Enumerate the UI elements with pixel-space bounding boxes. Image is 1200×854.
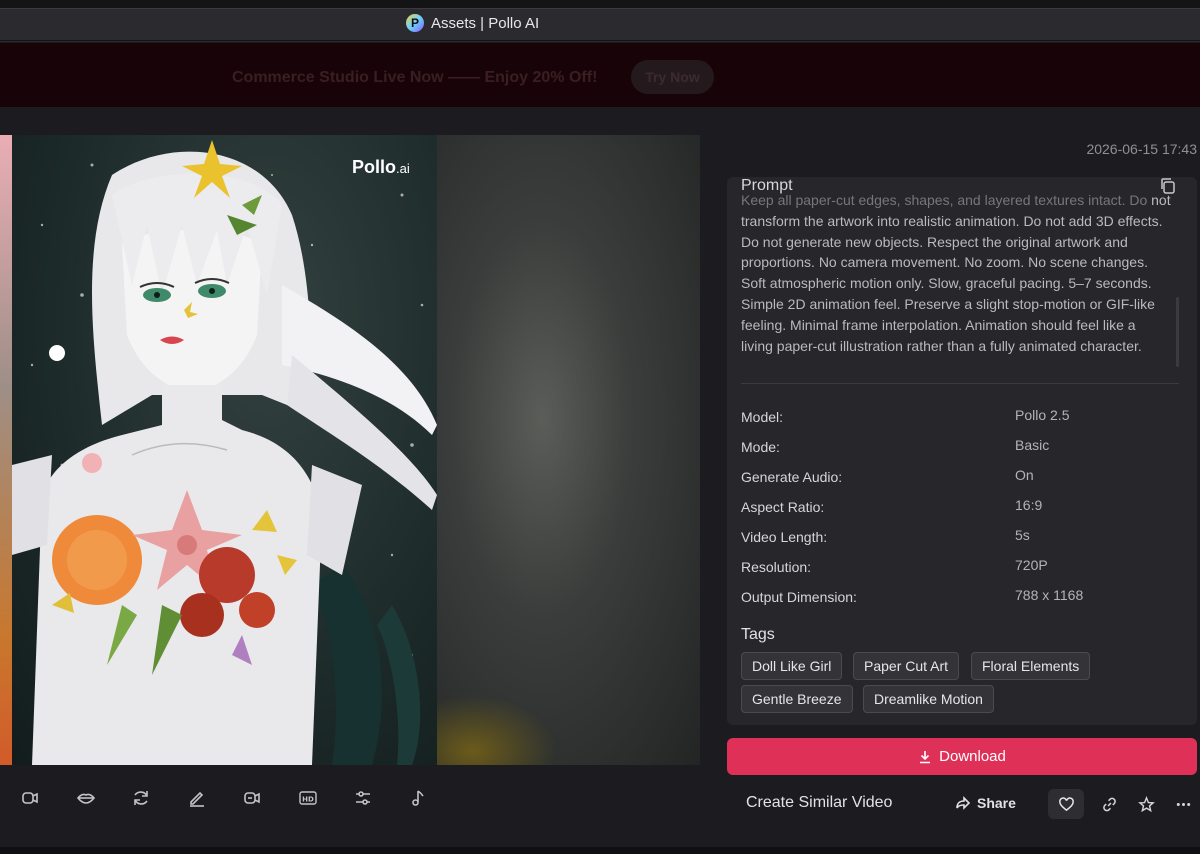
- detail-value: 16:9: [1015, 497, 1043, 513]
- favorite-button[interactable]: [1048, 789, 1084, 819]
- detail-key: Mode:: [741, 439, 780, 455]
- generation-details: Model: Pollo 2.5 Mode: Basic Generate Audi…: [741, 407, 1181, 617]
- media-pane: Pollo.ai HD: [0, 107, 700, 847]
- detail-row-output-dimension: Output Dimension: 788 x 1168: [741, 587, 1181, 617]
- prompt-scrollbar[interactable]: [1176, 297, 1179, 367]
- tag-floral-elements[interactable]: Floral Elements: [971, 652, 1091, 680]
- share-icon: [956, 796, 971, 810]
- detail-value: On: [1015, 467, 1034, 483]
- tab-strip: [0, 8, 1200, 40]
- window-title: P Assets | Pollo AI: [406, 14, 539, 32]
- detail-key: Aspect Ratio:: [741, 499, 825, 515]
- heart-icon: [1058, 796, 1074, 811]
- share-button[interactable]: Share: [955, 795, 1016, 811]
- window-title-text: Assets | Pollo AI: [431, 14, 540, 32]
- tags-label: Tags: [741, 626, 775, 643]
- detail-key: Generate Audio:: [741, 469, 843, 485]
- copy-link-button[interactable]: [1091, 789, 1127, 819]
- paper-cut-artwork: Pollo.ai: [12, 135, 437, 765]
- detail-value: 5s: [1015, 527, 1030, 543]
- download-button[interactable]: Download: [727, 738, 1197, 775]
- detail-row-audio: Generate Audio: On: [741, 467, 1181, 497]
- prompt-divider: [741, 383, 1179, 384]
- detail-row-resolution: Resolution: 720P: [741, 557, 1181, 587]
- svg-text:HD: HD: [302, 796, 314, 804]
- lips-icon[interactable]: [75, 787, 97, 809]
- blurred-background: [437, 135, 700, 765]
- detail-key: Model:: [741, 409, 784, 425]
- promo-banner: Commerce Studio Live Now —— Enjoy 20% Of…: [0, 43, 1200, 107]
- asset-details-pane: 2026-06-15 17:43 Prompt Keep all paper-c…: [700, 107, 1200, 847]
- music-icon[interactable]: [407, 787, 429, 809]
- refresh-icon[interactable]: [130, 787, 152, 809]
- detail-row-model: Model: Pollo 2.5: [741, 407, 1181, 437]
- promo-text: Commerce Studio Live Now —— Enjoy 20% Of…: [232, 69, 598, 86]
- detail-row-video-length: Video Length: 5s: [741, 527, 1181, 557]
- more-icon: [1176, 802, 1190, 806]
- asset-info-card: Prompt Keep all paper-cut edges, shapes,…: [727, 177, 1197, 725]
- try-now-button[interactable]: Try Now: [631, 60, 714, 94]
- tag-gentle-breeze[interactable]: Gentle Breeze: [741, 685, 853, 713]
- pollo-logo-icon: P: [406, 14, 424, 32]
- detail-row-aspect-ratio: Aspect Ratio: 16:9: [741, 497, 1181, 527]
- watermark-suffix: .ai: [396, 161, 410, 176]
- blur-glow: [437, 695, 557, 765]
- swap-icon[interactable]: [241, 787, 263, 809]
- detail-row-mode: Mode: Basic: [741, 437, 1181, 467]
- edit-icon[interactable]: [186, 787, 208, 809]
- detail-key: Output Dimension:: [741, 589, 857, 605]
- lip-sync-icon[interactable]: [19, 787, 41, 809]
- create-similar-video-button[interactable]: Create Similar Video: [746, 794, 892, 812]
- more-options-button[interactable]: [1165, 789, 1200, 819]
- pollo-watermark: Pollo.ai: [352, 157, 410, 178]
- detail-value: Pollo 2.5: [1015, 407, 1070, 423]
- copy-prompt-icon[interactable]: [1159, 177, 1177, 195]
- detail-key: Video Length:: [741, 529, 828, 545]
- action-bar: Create Similar Video Share: [727, 787, 1197, 823]
- prompt-text-body: not transform the artwork into realistic…: [741, 192, 1171, 354]
- prompt-label: Prompt: [741, 177, 799, 195]
- asset-timestamp: 2026-06-15 17:43: [1086, 141, 1197, 157]
- detail-key: Resolution:: [741, 559, 812, 575]
- adjust-icon[interactable]: [352, 787, 374, 809]
- detail-value: Basic: [1015, 437, 1050, 453]
- share-label: Share: [977, 795, 1016, 811]
- watermark-brand: Pollo: [352, 157, 396, 177]
- artwork-illustration: [12, 140, 437, 765]
- star-icon: [1137, 795, 1155, 812]
- prompt-text-top: Keep all paper-cut edges, shapes, and la…: [741, 192, 1148, 208]
- link-icon: [1102, 797, 1116, 811]
- tag-dreamlike-motion[interactable]: Dreamlike Motion: [863, 685, 994, 713]
- tag-doll-like-girl[interactable]: Doll Like Girl: [741, 652, 843, 680]
- window-titlebar: P Assets | Pollo AI: [0, 0, 1200, 42]
- video-preview[interactable]: Pollo.ai: [0, 135, 700, 765]
- bottom-edge: [0, 847, 1200, 854]
- download-label: Download: [939, 748, 1006, 765]
- detail-value: 720P: [1015, 557, 1048, 573]
- media-toolbar: HD: [0, 767, 700, 827]
- prompt-text: Keep all paper-cut edges, shapes, and la…: [741, 190, 1171, 356]
- download-icon: [920, 750, 931, 763]
- star-button[interactable]: [1128, 789, 1164, 819]
- previous-asset-strip[interactable]: [0, 135, 12, 765]
- tag-paper-cut-art[interactable]: Paper Cut Art: [853, 652, 960, 680]
- detail-value: 788 x 1168: [1015, 587, 1084, 603]
- hd-icon[interactable]: HD: [297, 787, 319, 809]
